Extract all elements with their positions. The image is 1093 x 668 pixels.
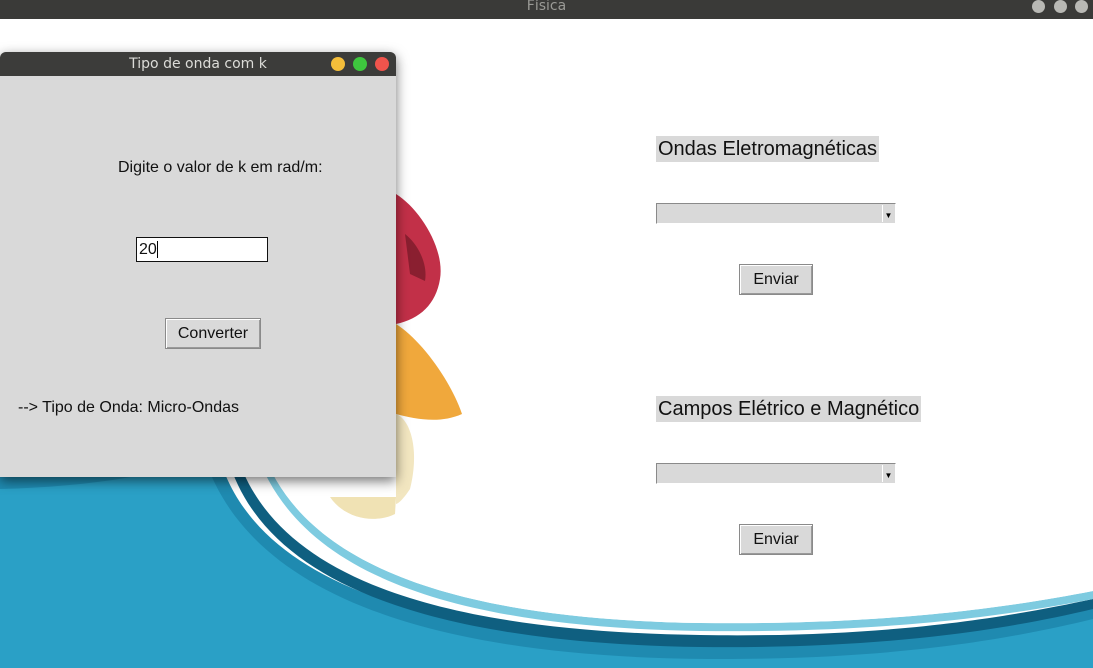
dropdown-arrow-icon[interactable]: ▼ <box>882 465 894 482</box>
campos-eletrico-magnetico-select[interactable]: ▼ <box>656 463 896 484</box>
main-window-titlebar: Física <box>0 0 1093 19</box>
tipo-de-onda-dialog: Tipo de onda com k Digite o valor de k e… <box>0 52 396 477</box>
main-window-title: Física <box>526 0 567 14</box>
maximize-icon[interactable] <box>1054 0 1067 13</box>
enviar-button-1[interactable]: Enviar <box>739 264 813 295</box>
campos-eletrico-magnetico-label: Campos Elétrico e Magnético <box>656 396 922 422</box>
k-value-text: 20 <box>139 241 157 258</box>
ondas-eletromagneticas-select[interactable]: ▼ <box>656 203 896 224</box>
converter-button[interactable]: Converter <box>165 318 261 349</box>
minimize-icon[interactable] <box>331 57 345 71</box>
dialog-titlebar[interactable]: Tipo de onda com k <box>0 52 396 76</box>
close-icon[interactable] <box>1075 0 1088 13</box>
text-caret <box>156 241 158 259</box>
maximize-icon[interactable] <box>353 57 367 71</box>
enviar-button-2[interactable]: Enviar <box>739 524 813 555</box>
close-icon[interactable] <box>375 57 389 71</box>
k-value-input[interactable]: 20 <box>136 237 268 262</box>
dropdown-arrow-icon[interactable]: ▼ <box>882 205 894 222</box>
k-prompt-label: Digite o valor de k em rad/m: <box>118 159 323 176</box>
ondas-eletromagneticas-label: Ondas Eletromagnéticas <box>656 136 880 162</box>
result-label: --> Tipo de Onda: Micro-Ondas <box>18 399 239 416</box>
minimize-icon[interactable] <box>1032 0 1045 13</box>
